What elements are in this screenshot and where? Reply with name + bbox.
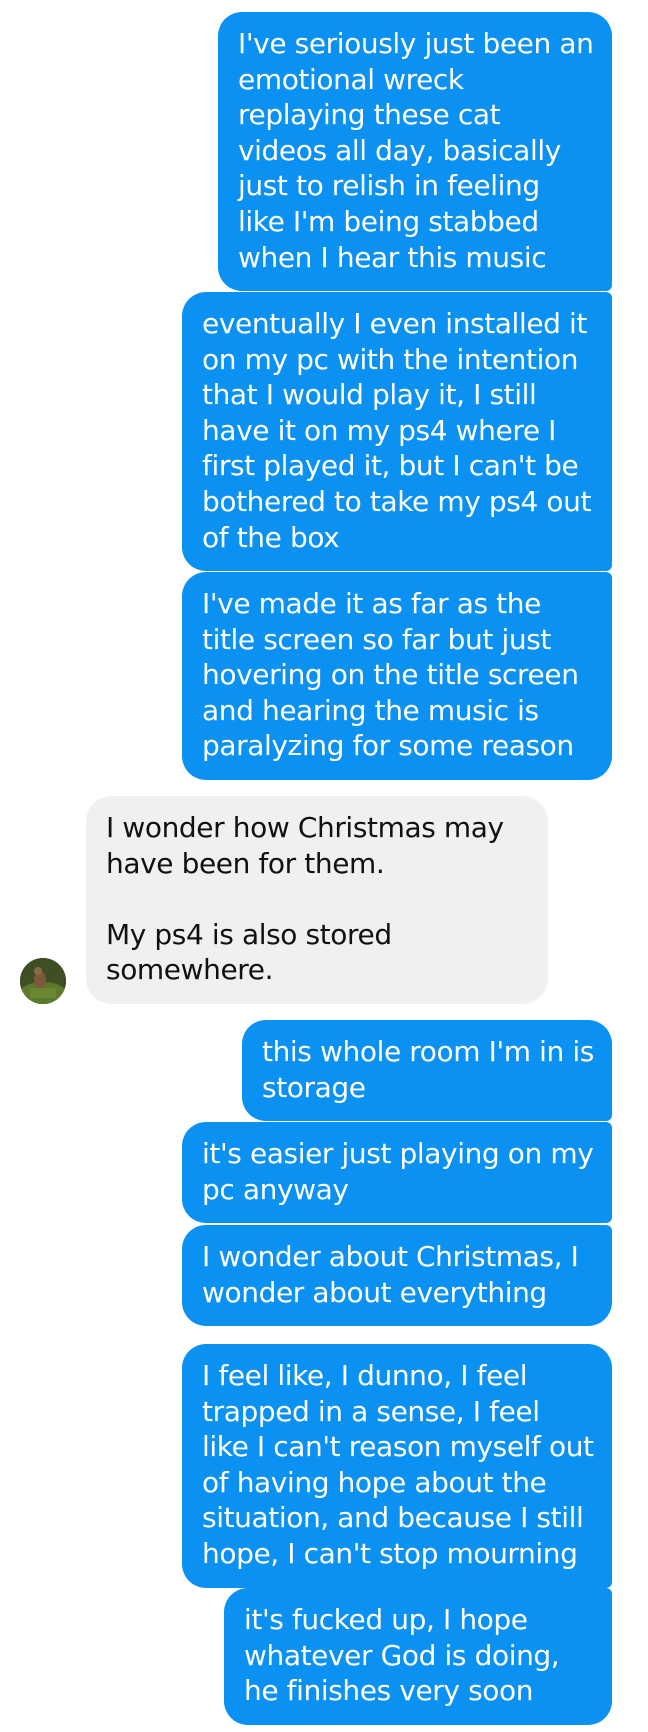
outgoing-message[interactable]: I've made it as far as the title screen …	[182, 572, 612, 780]
outgoing-message[interactable]: I feel like, I dunno, I feel trapped in …	[182, 1344, 612, 1588]
outgoing-message[interactable]: eventually I even installed it on my pc …	[182, 292, 612, 572]
outgoing-message[interactable]: I've seriously just been an emotional wr…	[218, 12, 612, 292]
outgoing-message[interactable]: it's fucked up, I hope whatever God is d…	[224, 1588, 612, 1725]
avatar-icon[interactable]	[20, 958, 66, 1004]
outgoing-message[interactable]: it's easier just playing on my pc anyway	[182, 1122, 612, 1224]
outgoing-message[interactable]: this whole room I'm in is storage	[242, 1020, 612, 1122]
outgoing-message[interactable]: I wonder about Christmas, I wonder about…	[182, 1225, 612, 1327]
incoming-message[interactable]: I wonder how Christmas may have been for…	[86, 796, 548, 1004]
